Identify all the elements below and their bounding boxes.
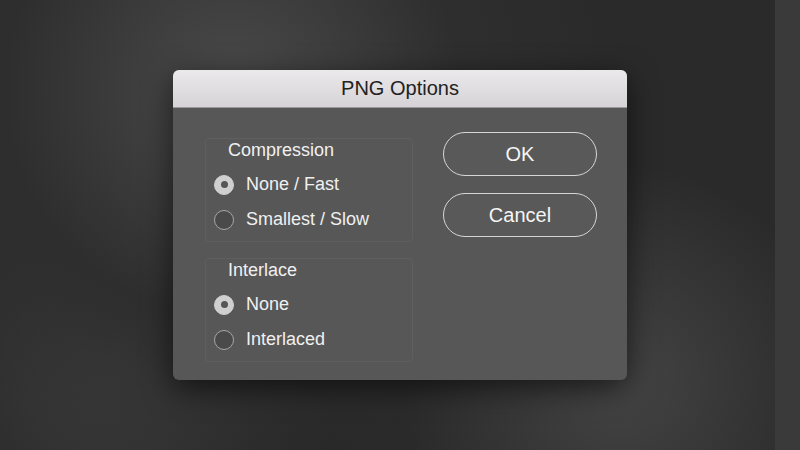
dialog-button[interactable]: Cancel [443,193,597,237]
png-options-dialog: PNG Options Compression None / Fast Smalles… [173,70,627,380]
radio-option[interactable]: None / Fast [214,167,404,202]
radio-option[interactable]: None [214,287,404,322]
side-strip [775,0,800,450]
dialog-title: PNG Options [173,70,627,108]
radio-button[interactable] [214,295,234,315]
group-label: Interlace [214,259,404,281]
radio-button[interactable] [214,330,234,350]
radio-button[interactable] [214,175,234,195]
desktop: PNG Options Compression None / Fast Smalles… [0,0,800,450]
radio-option[interactable]: Interlaced [214,322,404,357]
option-group: Interlace None Interlaced [205,258,413,362]
option-groups: Compression None / Fast Smallest / Slow Int… [205,132,413,380]
group-label: Compression [214,139,404,161]
option-label[interactable]: Smallest / Slow [246,209,369,230]
radio-option[interactable]: Smallest / Slow [214,202,404,237]
radio-button[interactable] [214,210,234,230]
dialog-button[interactable]: OK [443,132,597,176]
option-group: Compression None / Fast Smallest / Slow [205,138,413,242]
dialog-body: Compression None / Fast Smallest / Slow Int… [173,108,627,380]
option-label[interactable]: Interlaced [246,329,325,350]
option-label[interactable]: None / Fast [246,174,339,195]
option-label[interactable]: None [246,294,289,315]
button-column: OK Cancel [443,132,597,380]
